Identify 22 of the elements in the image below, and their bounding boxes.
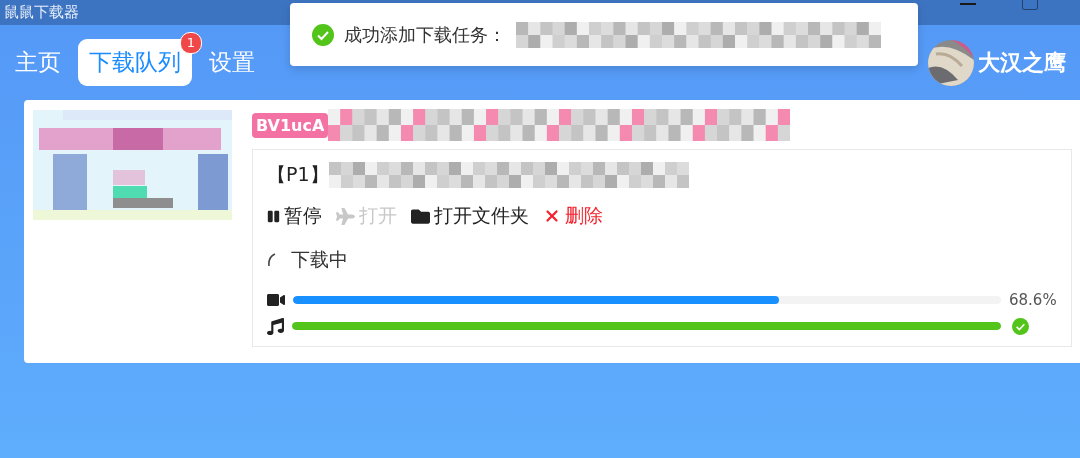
action-button[interactable]: 打开文件夹 <box>411 203 529 229</box>
plane-icon <box>336 206 355 226</box>
count-badge: 1 <box>180 32 202 54</box>
pause-icon <box>267 209 280 223</box>
folder-icon <box>411 206 430 226</box>
video-id-tag: BV1ucA <box>252 112 329 138</box>
nav-tab[interactable]: 主页 <box>4 39 72 86</box>
check-circle-icon <box>312 23 334 46</box>
toast-message: 成功添加下载任务： <box>344 22 506 47</box>
music-note-icon <box>267 317 284 335</box>
progress-percent: 68.6% <box>1009 291 1057 309</box>
part-label: 【P1】 <box>267 162 329 187</box>
video-camera-icon <box>267 291 285 309</box>
action-button[interactable]: 删除 <box>543 203 603 229</box>
loading-spinner-icon <box>267 253 277 267</box>
action-button[interactable]: 暂停 <box>267 203 322 229</box>
check-circle-icon <box>1012 317 1029 335</box>
status-text: 下载中 <box>291 247 348 272</box>
close-icon <box>543 207 561 225</box>
window-title: 鼠鼠下载器 <box>4 4 79 21</box>
user-name: 大汉之鹰 <box>978 48 1066 77</box>
maximize-button[interactable] <box>1022 0 1038 10</box>
